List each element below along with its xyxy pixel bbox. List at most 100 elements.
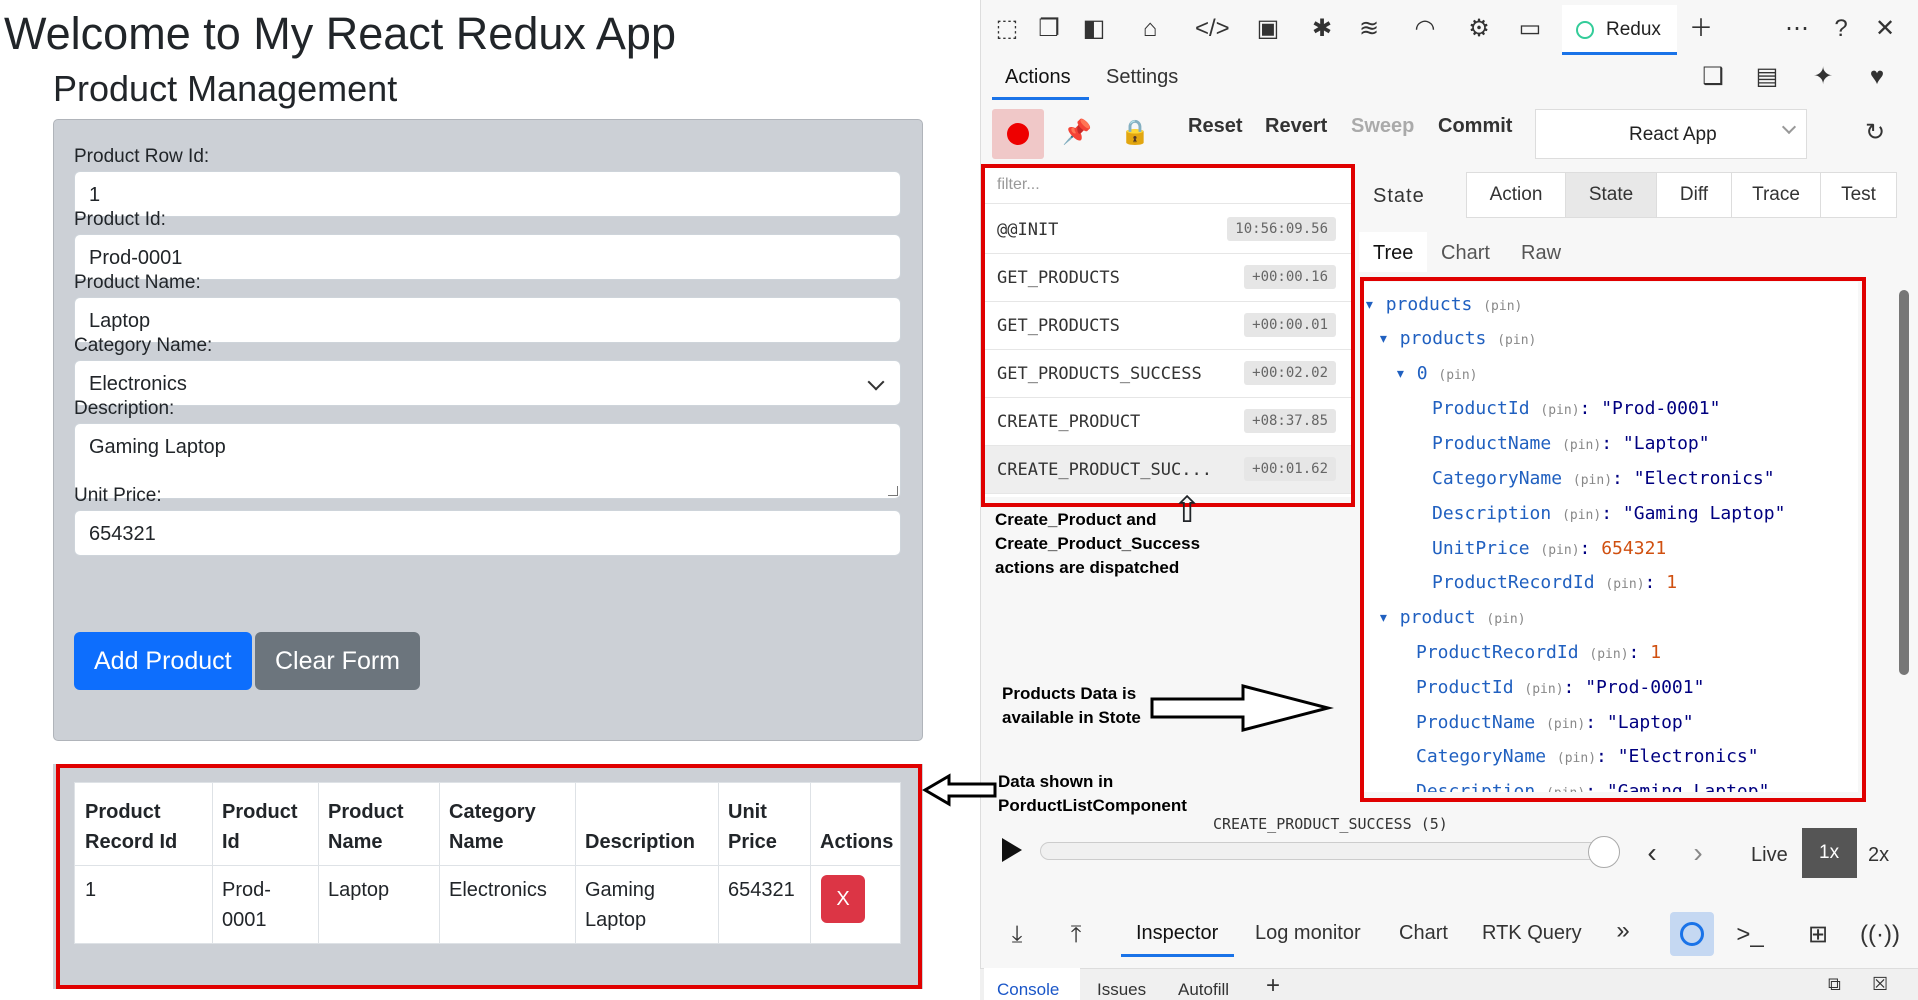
tab-action[interactable]: Action (1466, 172, 1566, 218)
twitter-icon[interactable]: ✦ (1806, 60, 1840, 94)
tab-test[interactable]: Test (1820, 172, 1897, 218)
state-highlight-box (1360, 277, 1866, 802)
bug-icon[interactable]: ✱ (1305, 12, 1339, 46)
tab-rtk-query[interactable]: RTK Query (1482, 922, 1582, 945)
add-tab-icon[interactable]: ＋ (1684, 12, 1718, 46)
timeline-slider[interactable] (1040, 842, 1620, 860)
wifi-icon[interactable]: ≋ (1352, 12, 1386, 46)
actions-highlight-box (981, 164, 1355, 507)
tab-chart-monitor[interactable]: Chart (1399, 922, 1448, 945)
dispatcher-icon (1680, 922, 1704, 946)
reset-button[interactable]: Reset (1188, 115, 1242, 138)
tab-raw[interactable]: Raw (1521, 242, 1561, 265)
tab-console[interactable]: Console (997, 980, 1059, 1000)
tab-actions-underline (992, 97, 1089, 100)
tab-inspector-underline (1121, 954, 1234, 957)
prev-icon[interactable]: ‹ (1635, 836, 1669, 870)
tab-trace[interactable]: Trace (1731, 172, 1821, 218)
redux-tab-label: Redux (1606, 19, 1661, 40)
product-name-label: Product Name: (74, 272, 201, 293)
tree-scrollbar[interactable] (1899, 290, 1909, 675)
elements-icon[interactable]: </> (1195, 12, 1230, 46)
sweep-button[interactable]: Sweep (1351, 115, 1414, 138)
arrow-right-icon (1150, 684, 1334, 732)
tab-diff[interactable]: Diff (1656, 172, 1732, 218)
pin-icon[interactable]: 📌 (1060, 116, 1094, 150)
description-label: Description: (74, 398, 175, 419)
slider-knob[interactable] (1588, 836, 1620, 868)
category-select[interactable]: Electronics (74, 360, 901, 406)
book-icon[interactable]: ❑ (1696, 60, 1730, 94)
import-icon[interactable]: ⤓ (1000, 918, 1034, 952)
add-product-button[interactable]: Add Product (74, 632, 252, 690)
application-icon[interactable]: ▭ (1513, 12, 1547, 46)
category-value: Electronics (89, 373, 187, 395)
redux-icon (1576, 21, 1594, 39)
live-button[interactable]: Live (1751, 844, 1788, 867)
more-tabs-icon[interactable]: » (1606, 914, 1640, 948)
unit-price-input[interactable]: 654321 (74, 510, 901, 556)
tab-inspector[interactable]: Inspector (1136, 922, 1218, 945)
terminal-icon[interactable]: >_ (1733, 918, 1767, 952)
console-icon[interactable]: ▣ (1251, 12, 1285, 46)
tab-autofill[interactable]: Autofill (1178, 980, 1229, 1000)
note-list: Data shown in PorductListComponent (998, 772, 1187, 815)
instance-select[interactable]: React App (1535, 109, 1807, 159)
dispatcher-button[interactable] (1670, 912, 1714, 956)
product-id-label: Product Id: (74, 209, 166, 230)
more-icon[interactable]: ⋯ (1780, 12, 1814, 46)
note-store: Products Data is available in Stote (1002, 684, 1141, 727)
home-icon[interactable]: ⌂ (1133, 12, 1167, 46)
commit-button[interactable]: Commit (1438, 115, 1512, 138)
revert-button[interactable]: Revert (1265, 115, 1327, 138)
help-icon[interactable]: ? (1824, 12, 1858, 46)
instance-label: React App (1629, 124, 1717, 145)
category-label: Category Name: (74, 335, 213, 356)
clear-form-button[interactable]: Clear Form (255, 632, 421, 690)
tab-tree[interactable]: Tree (1373, 242, 1413, 265)
slider-label: CREATE_PRODUCT_SUCCESS (5) (1213, 815, 1448, 833)
record-icon (1007, 123, 1029, 145)
dock-icon[interactable]: ◧ (1077, 12, 1111, 46)
tab-redux[interactable]: Redux (1562, 5, 1677, 55)
remote-icon[interactable]: ((·)) (1860, 918, 1900, 952)
record-button[interactable] (992, 109, 1044, 159)
add-drawer-tab-icon[interactable]: + (1266, 972, 1280, 1000)
tab-issues[interactable]: Issues (1097, 980, 1146, 1000)
row-id-input[interactable]: 1 (74, 171, 901, 217)
heart-icon[interactable]: ♥ (1860, 60, 1894, 94)
resize-handle-icon[interactable] (888, 486, 898, 496)
performance-icon[interactable]: ◠ (1408, 12, 1442, 46)
state-heading: State (1373, 185, 1425, 207)
memory-icon[interactable]: ⚙ (1462, 12, 1496, 46)
product-form: Product Row Id: 1 Product Id: Prod-0001 … (53, 119, 923, 741)
tab-actions[interactable]: Actions (1005, 66, 1071, 89)
lock-icon[interactable]: 🔒 (1118, 116, 1152, 150)
speed-2x-button[interactable]: 2x (1868, 844, 1889, 867)
next-icon[interactable]: › (1681, 836, 1715, 870)
tab-settings[interactable]: Settings (1106, 66, 1178, 89)
inspect-icon[interactable]: ⬚ (990, 12, 1024, 46)
tab-state[interactable]: State (1565, 172, 1657, 218)
close-icon[interactable]: ✕ (1868, 12, 1902, 46)
close-drawer-icon[interactable]: ☒ (1872, 974, 1888, 995)
chat-icon[interactable]: ▤ (1750, 60, 1784, 94)
export-icon[interactable]: ⤒ (1059, 918, 1093, 952)
description-value: Gaming Laptop (89, 436, 226, 458)
tab-chart[interactable]: Chart (1441, 242, 1490, 265)
refresh-icon[interactable]: ↻ (1858, 116, 1892, 150)
table-highlight-box (56, 764, 922, 989)
grid-icon[interactable]: ⊞ (1801, 918, 1835, 952)
device-icon[interactable]: ❐ (1032, 12, 1066, 46)
page-subtitle: Product Management (53, 68, 398, 109)
description-textarea[interactable]: Gaming Laptop (74, 423, 901, 499)
unit-price-label: Unit Price: (74, 485, 162, 506)
chevron-down-icon (1781, 119, 1797, 135)
undock-icon[interactable]: ⧉ (1828, 974, 1841, 995)
tab-log-monitor[interactable]: Log monitor (1255, 922, 1361, 945)
arrow-left-icon (922, 773, 997, 807)
row-id-label: Product Row Id: (74, 146, 210, 167)
chevron-down-icon (867, 373, 885, 391)
speed-1x-button[interactable]: 1x (1802, 828, 1857, 878)
play-icon[interactable] (1002, 838, 1022, 862)
